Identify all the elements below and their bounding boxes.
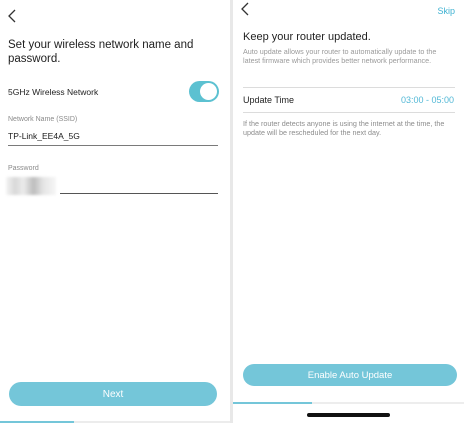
page-title: Set your wireless network name and passw… (8, 39, 194, 65)
progress-fill (233, 402, 312, 404)
page-title: Keep your router updated. (243, 31, 371, 43)
5ghz-toggle[interactable] (189, 81, 219, 102)
toggle-knob (200, 83, 217, 100)
next-button[interactable]: Next (9, 382, 217, 406)
screens-stage: Set your wireless network name and passw… (0, 0, 464, 423)
password-input[interactable] (60, 179, 218, 194)
password-label: Password (8, 165, 39, 172)
home-indicator (307, 413, 390, 417)
auto-update-screen: Skip Keep your router updated. Auto upda… (233, 0, 464, 423)
update-time-label: Update Time (243, 95, 295, 105)
enable-auto-update-button[interactable]: Enable Auto Update (243, 364, 457, 386)
ssid-input[interactable] (8, 129, 218, 146)
password-obscured-image (6, 177, 56, 195)
back-chevron-icon[interactable] (239, 1, 253, 17)
back-chevron-icon[interactable] (6, 8, 20, 24)
toggle-label: 5GHz Wireless Network (8, 87, 99, 97)
update-time-value: 03:00 - 05:00 (400, 95, 454, 105)
skip-link[interactable]: Skip (437, 6, 455, 16)
ssid-label: Network Name (SSID) (8, 116, 78, 123)
wireless-settings-screen: Set your wireless network name and passw… (0, 0, 230, 423)
update-time-row[interactable]: Update Time 03:00 - 05:00 (243, 87, 455, 113)
description-text: Auto update allows your router to automa… (243, 47, 437, 65)
reschedule-note: If the router detects anyone is using th… (243, 119, 445, 137)
